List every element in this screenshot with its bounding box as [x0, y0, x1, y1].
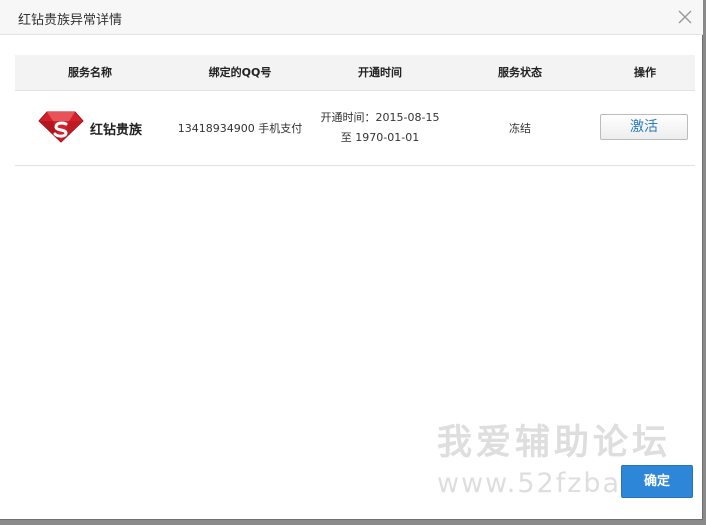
service-cell: 红钻贵族 — [15, 91, 165, 165]
dialog-titlebar: 红钻贵族异常详情 — [0, 0, 703, 35]
activate-button[interactable]: 激活 — [600, 114, 688, 140]
dialog-title: 红钻贵族异常详情 — [18, 13, 123, 28]
status-badge: 冻结 — [509, 122, 531, 135]
service-name: 红钻贵族 — [89, 122, 142, 138]
column-header-qq: 绑定的QQ号 — [208, 66, 272, 79]
column-header-service-name: 服务名称 — [68, 66, 112, 79]
dialog: 红钻贵族异常详情 服务名称 绑定的QQ号 开通时间 服务状态 操作 红钻贵族 1… — [0, 0, 703, 520]
red-diamond-icon — [38, 111, 84, 146]
watermark-text: 我爱辅助论坛 — [437, 423, 672, 463]
open-time-end: 至 1970-01-01 — [340, 131, 420, 144]
ok-button[interactable]: 确定 — [621, 465, 693, 498]
watermark-url: www.52fzba — [437, 468, 622, 499]
column-header-open-time: 开通时间 — [358, 66, 402, 79]
open-time-cell: 开通时间：2015-08-15 至 1970-01-01 — [305, 91, 455, 165]
column-header-status: 服务状态 — [498, 66, 542, 79]
qq-cell: 13418934900 手机支付 — [177, 122, 303, 135]
close-icon[interactable] — [677, 9, 693, 25]
table-header: 服务名称 绑定的QQ号 开通时间 服务状态 操作 — [15, 55, 695, 91]
table-row: 红钻贵族 13418934900 手机支付 开通时间：2015-08-15 至 … — [15, 91, 695, 166]
open-time-start: 开通时间：2015-08-15 — [320, 111, 440, 124]
column-header-action: 操作 — [634, 66, 656, 79]
